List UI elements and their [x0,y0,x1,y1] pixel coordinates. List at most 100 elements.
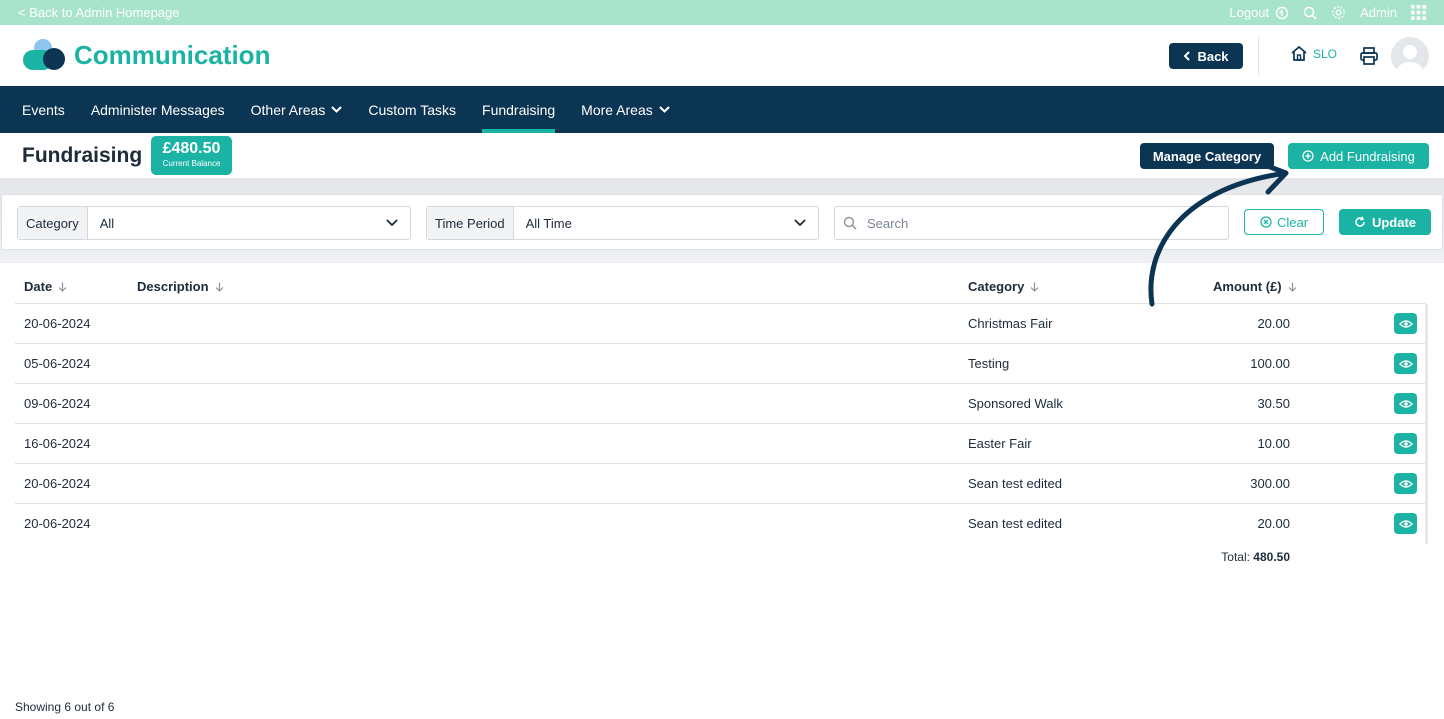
plus-circle-icon [1302,150,1314,162]
apps-grid-icon[interactable] [1411,5,1426,20]
row-category: Sean test edited [968,516,1062,531]
view-entry-button[interactable] [1394,473,1417,494]
nav-item-label: Administer Messages [90,101,225,118]
row-category: Christmas Fair [968,316,1053,331]
search-input[interactable] [867,215,1207,231]
chevron-down-icon [659,106,670,113]
close-circle-icon [1260,216,1272,228]
add-fundraising-button[interactable]: Add Fundraising [1288,143,1429,169]
table-total: Total: 480.50 [1140,550,1290,564]
time-period-filter-label: Time Period [427,207,514,239]
view-entry-button[interactable] [1394,353,1417,374]
update-label: Update [1371,214,1417,230]
page-title: Fundraising [22,144,143,167]
row-amount: 10.00 [1257,436,1290,451]
column-header-category: Category [968,279,1025,294]
arrow-down-icon [58,282,67,292]
school-home-link[interactable]: SLO [1290,45,1337,62]
search-icon[interactable] [1303,6,1317,20]
eye-icon [1398,399,1413,408]
clear-button[interactable]: Clear [1244,209,1324,235]
row-date: 20-06-2024 [24,316,91,331]
total-label: Total: [1221,550,1250,564]
table-row: 09-06-2024 Sponsored Walk 30.50 [15,384,1426,424]
category-filter-label: Category [18,207,88,239]
nav-item-label: Custom Tasks [368,101,457,118]
table-row: 20-06-2024 Christmas Fair 20.00 [15,304,1426,344]
eye-icon [1398,479,1413,488]
chevron-down-icon [331,106,343,113]
main-nav: Events Administer Messages Other Areas C… [0,86,1444,133]
row-date: 16-06-2024 [24,436,91,451]
row-amount: 100.00 [1250,356,1290,371]
logout-link[interactable]: Logout [1229,5,1289,20]
row-date: 20-06-2024 [24,516,91,531]
category-select[interactable]: Category All [17,206,411,240]
nav-item-fundraising[interactable]: Fundraising [482,86,556,133]
admin-user-label[interactable]: Admin [1360,5,1397,20]
table-row: 05-06-2024 Testing 100.00 [15,344,1426,384]
user-avatar-icon [1397,45,1423,75]
back-button[interactable]: Back [1169,43,1243,69]
logout-icon [1275,6,1289,19]
column-header-amount: Amount (£) [1213,279,1282,294]
manage-category-button[interactable]: Manage Category [1140,143,1274,169]
time-period-filter-value: All Time [525,215,572,231]
logout-label: Logout [1229,5,1270,20]
view-entry-button[interactable] [1394,313,1417,334]
refresh-icon [1355,216,1365,227]
sort-description-header[interactable]: Description [137,279,224,294]
filter-band: Category All Time Period All Time Clear … [0,179,1444,263]
nav-item-events[interactable]: Events [22,86,65,133]
sort-amount-header[interactable]: Amount (£) [1213,279,1297,294]
nav-item-label: Other Areas [250,101,326,118]
row-date: 09-06-2024 [24,396,91,411]
chevron-left-icon [1184,51,1191,61]
time-period-select[interactable]: Time Period All Time [426,206,819,240]
chevron-down-icon [794,219,806,227]
view-entry-button[interactable] [1394,513,1417,534]
table-scrollbar[interactable] [1425,304,1428,544]
view-entry-button[interactable] [1394,393,1417,414]
header-divider [1258,37,1259,75]
filter-card: Category All Time Period All Time Clear … [1,194,1443,250]
eye-icon [1398,319,1413,328]
row-date: 05-06-2024 [24,356,91,371]
page-heading-bar: Fundraising £480.50 Current Balance Mana… [0,133,1444,179]
row-category: Easter Fair [968,436,1032,451]
printer-icon[interactable] [1359,46,1379,66]
nav-item-more-areas[interactable]: More Areas [581,86,670,133]
gear-icon[interactable] [1331,5,1346,20]
fundraising-table: Date Description Category Amount (£) 20-… [15,268,1426,544]
back-to-admin-homepage-link[interactable]: < Back to Admin Homepage [18,5,180,20]
row-amount: 20.00 [1257,316,1290,331]
update-button[interactable]: Update [1339,209,1431,235]
chevron-down-icon [386,219,398,227]
nav-item-label: More Areas [581,101,653,118]
view-entry-button[interactable] [1394,433,1417,454]
search-icon [843,216,857,230]
row-amount: 30.50 [1257,396,1290,411]
sort-date-header[interactable]: Date [24,279,67,294]
nav-item-custom-tasks[interactable]: Custom Tasks [368,86,456,133]
arrow-down-icon [215,282,223,292]
row-category: Sean test edited [968,476,1062,491]
balance-amount: £480.50 [162,140,221,157]
row-date: 20-06-2024 [24,476,91,491]
search-field[interactable] [834,206,1229,240]
communication-logo-icon [23,39,65,70]
nav-item-label: Events [22,101,65,118]
arrow-down-icon [1030,282,1039,292]
brand-title: Communication [74,40,271,70]
nav-item-administer-messages[interactable]: Administer Messages [91,86,225,133]
app-header: Communication Back SLO [0,25,1444,86]
nav-item-other-areas[interactable]: Other Areas [251,86,343,133]
row-category: Testing [968,356,1010,371]
row-category: Sponsored Walk [968,396,1063,411]
table-row: 20-06-2024 Sean test edited 20.00 [15,504,1426,544]
sort-category-header[interactable]: Category [968,279,1039,294]
total-value: 480.50 [1253,550,1290,564]
user-avatar[interactable] [1391,37,1429,75]
column-header-description: Description [137,279,209,294]
eye-icon [1398,439,1413,448]
